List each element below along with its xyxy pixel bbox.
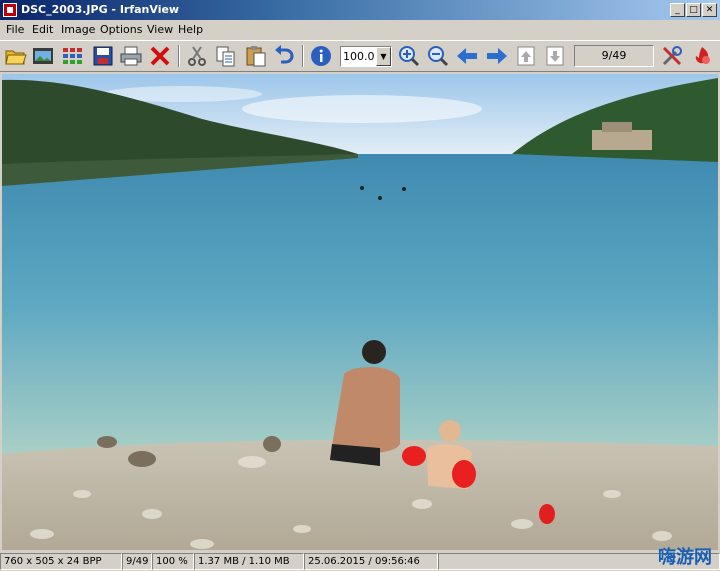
irfanview-app-icon[interactable]: [3, 3, 17, 17]
open-folder-icon[interactable]: [4, 44, 28, 68]
title-bar: DSC_2003.JPG - IrfanView _ □ ✕: [0, 0, 720, 20]
exit-icon[interactable]: [690, 44, 714, 68]
zoom-in-icon[interactable]: [397, 44, 421, 68]
menu-edit[interactable]: Edit: [32, 23, 53, 36]
zoom-out-icon[interactable]: [426, 44, 450, 68]
menu-view[interactable]: View: [147, 23, 173, 36]
cut-icon[interactable]: [185, 44, 209, 68]
zoom-value: 100.0: [343, 50, 375, 63]
status-datetime: 25.06.2015 / 09:56:46: [304, 553, 438, 570]
status-dimensions: 760 x 505 x 24 BPP: [0, 553, 122, 570]
menu-file[interactable]: File: [6, 23, 24, 36]
first-page-icon[interactable]: [514, 44, 538, 68]
menu-help[interactable]: Help: [178, 23, 203, 36]
status-index: 9/49: [122, 553, 152, 570]
copy-icon[interactable]: [214, 44, 238, 68]
beach-photo: [2, 74, 718, 550]
status-zoom: 100 %: [152, 553, 194, 570]
save-icon[interactable]: [91, 44, 115, 68]
close-button[interactable]: ✕: [702, 3, 717, 17]
menu-image[interactable]: Image: [61, 23, 95, 36]
watermark: 嗨游网: [658, 547, 712, 568]
settings-icon[interactable]: [660, 44, 684, 68]
status-filesize: 1.37 MB / 1.10 MB: [194, 553, 304, 570]
previous-icon[interactable]: [455, 44, 479, 68]
toolbar: 100.0 ▼ 9/49: [0, 40, 720, 72]
slideshow-icon[interactable]: [31, 44, 55, 68]
chevron-down-icon[interactable]: ▼: [376, 47, 391, 66]
minimize-button[interactable]: _: [670, 3, 685, 17]
undo-icon[interactable]: [272, 44, 296, 68]
status-bar: 760 x 505 x 24 BPP 9/49 100 % 1.37 MB / …: [0, 547, 720, 571]
maximize-button[interactable]: □: [686, 3, 701, 17]
menu-bar: File Edit Image Options View Help: [0, 20, 720, 40]
toolbar-separator: [178, 45, 180, 67]
menu-options[interactable]: Options: [100, 23, 142, 36]
next-icon[interactable]: [485, 44, 509, 68]
delete-icon[interactable]: [148, 44, 172, 68]
page-counter: 9/49: [574, 45, 654, 67]
zoom-combobox[interactable]: 100.0 ▼: [340, 46, 392, 67]
window-title: DSC_2003.JPG - IrfanView: [21, 3, 180, 16]
thumbnails-icon[interactable]: [61, 44, 85, 68]
image-viewport[interactable]: [2, 74, 718, 550]
info-icon[interactable]: [309, 44, 333, 68]
toolbar-separator: [302, 45, 304, 67]
print-icon[interactable]: [119, 44, 143, 68]
last-page-icon[interactable]: [543, 44, 567, 68]
paste-icon[interactable]: [244, 44, 268, 68]
